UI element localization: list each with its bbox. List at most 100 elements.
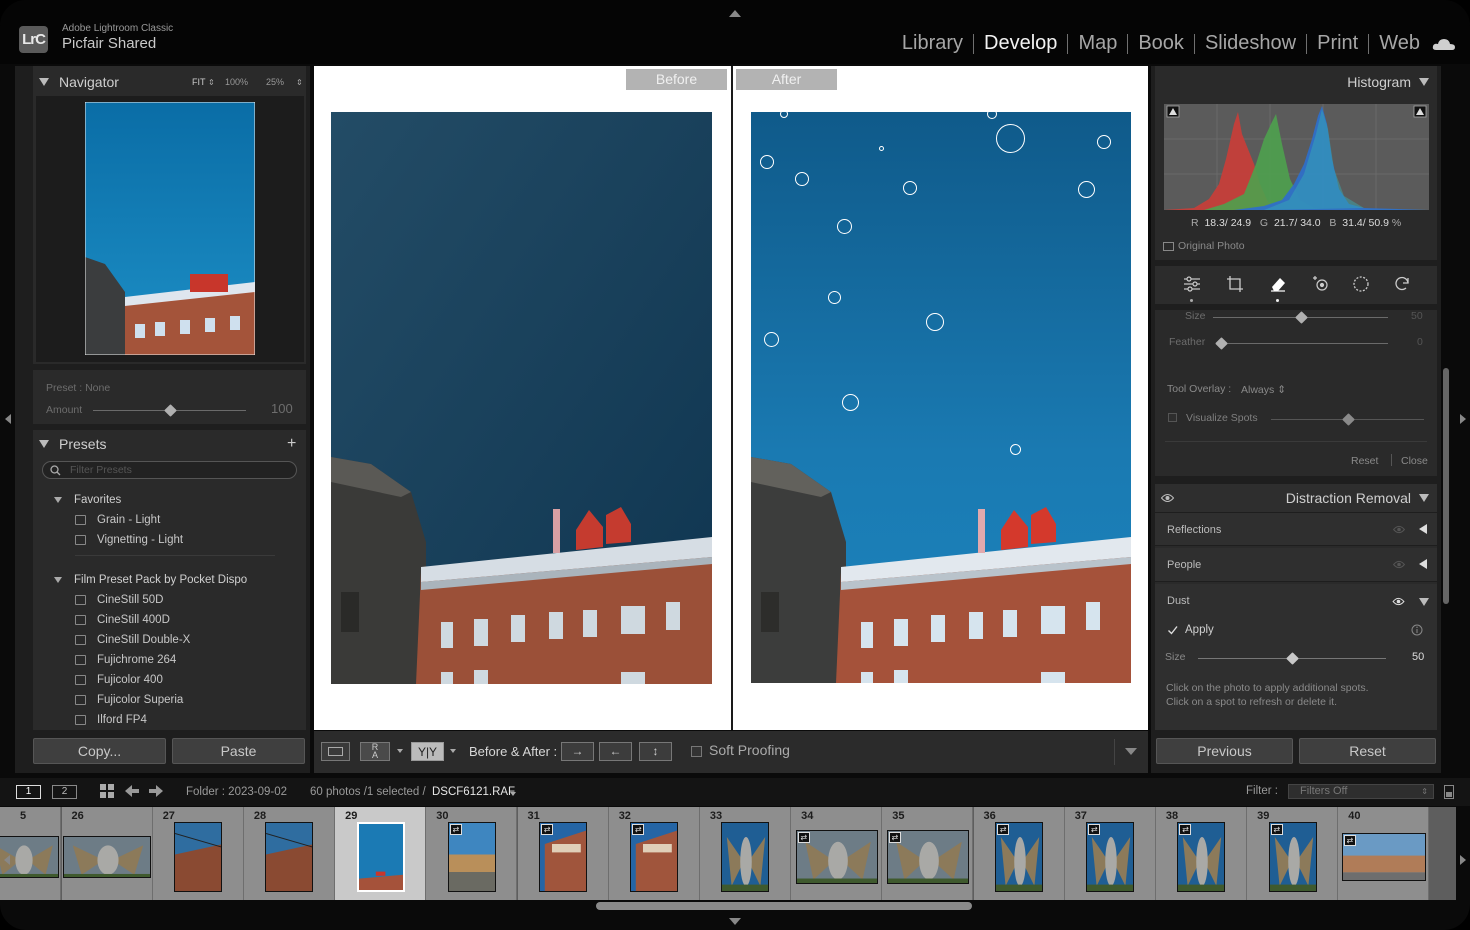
yy-dropdown-icon[interactable] bbox=[450, 749, 456, 753]
brush-size-knob[interactable] bbox=[1295, 311, 1308, 324]
heal-reset-button[interactable]: Reset bbox=[1351, 455, 1378, 467]
main-window-button[interactable]: 1 bbox=[16, 785, 41, 799]
collapse-dust-icon[interactable] bbox=[1419, 598, 1429, 606]
tool-overlay-select[interactable]: Always ⇕ bbox=[1241, 384, 1286, 396]
reflections-row[interactable]: Reflections bbox=[1155, 512, 1437, 546]
module-map[interactable]: Map bbox=[1068, 32, 1127, 55]
filmstrip-cell[interactable]: 34 ⇄ bbox=[791, 807, 883, 900]
filter-presets-input[interactable]: Filter Presets bbox=[42, 461, 297, 479]
expand-reflections-icon[interactable] bbox=[1419, 524, 1427, 534]
secondary-window-button[interactable]: 2 bbox=[52, 785, 77, 799]
filmstrip-cell[interactable]: 26 bbox=[61, 807, 153, 900]
preset-group-favorites[interactable]: Favorites bbox=[54, 494, 121, 506]
collapse-right-panel-arrow-icon[interactable] bbox=[1460, 414, 1466, 424]
preset-group-film-pack[interactable]: Film Preset Pack by Pocket Dispo bbox=[54, 574, 247, 586]
module-slideshow[interactable]: Slideshow bbox=[1195, 32, 1306, 55]
dust-spot-marker[interactable] bbox=[837, 219, 852, 234]
grid-view-icon[interactable] bbox=[100, 784, 115, 799]
crop-icon[interactable] bbox=[1226, 275, 1244, 293]
dust-spot-marker[interactable] bbox=[760, 155, 774, 169]
reset-settings-button[interactable]: Reset bbox=[1299, 738, 1436, 764]
people-row[interactable]: People bbox=[1155, 548, 1437, 582]
paste-settings-button[interactable]: Paste bbox=[172, 738, 305, 764]
distraction-removal-header[interactable]: Distraction Removal bbox=[1155, 484, 1437, 512]
filmstrip-cell[interactable]: 32 ⇄ bbox=[608, 807, 700, 900]
heal-close-button[interactable]: Close bbox=[1401, 455, 1428, 467]
collapse-filmstrip-arrow-icon[interactable] bbox=[729, 918, 741, 925]
original-photo-checkbox[interactable] bbox=[1163, 241, 1174, 251]
filmstrip-cell[interactable]: 36 ⇄ bbox=[973, 807, 1065, 900]
filmstrip-cell[interactable]: 30 ⇄ bbox=[426, 807, 518, 900]
sliders-icon[interactable] bbox=[1183, 275, 1201, 293]
toolbar-content-dropdown-icon[interactable] bbox=[1125, 748, 1137, 755]
filmstrip-thumbnail[interactable] bbox=[356, 821, 405, 892]
copy-settings-button[interactable]: Copy... bbox=[33, 738, 166, 764]
filename-dropdown-icon[interactable] bbox=[510, 792, 516, 796]
navigator-preview[interactable] bbox=[85, 102, 255, 355]
mode-dropdown-icon[interactable] bbox=[397, 749, 403, 753]
visualize-spots-knob[interactable] bbox=[1342, 413, 1355, 426]
module-library[interactable]: Library bbox=[892, 32, 973, 55]
folder-label[interactable]: Folder : 2023-09-02 bbox=[186, 786, 287, 798]
filmstrip-thumbnail[interactable] bbox=[63, 835, 152, 878]
filmstrip-cell[interactable]: 29 bbox=[335, 807, 427, 900]
dust-spot-marker[interactable] bbox=[996, 124, 1025, 153]
loupe-view-button[interactable] bbox=[321, 742, 350, 761]
module-web[interactable]: Web bbox=[1369, 32, 1430, 55]
dust-spot-marker[interactable] bbox=[764, 332, 779, 347]
copy-after-to-before-button[interactable]: ← bbox=[599, 742, 632, 761]
filmstrip-cell[interactable]: 38 ⇄ bbox=[1155, 807, 1248, 900]
preset-item[interactable]: CineStill 400D bbox=[75, 614, 170, 626]
filmstrip-cell[interactable]: 35 ⇄ bbox=[882, 807, 974, 900]
feather-knob[interactable] bbox=[1215, 337, 1228, 350]
preset-item[interactable]: Fujicolor Superia bbox=[75, 694, 183, 706]
forward-arrow-icon[interactable] bbox=[149, 785, 163, 797]
filmstrip-cell[interactable]: 27 bbox=[152, 807, 244, 900]
module-develop[interactable]: Develop bbox=[974, 32, 1067, 55]
dust-spot-marker[interactable] bbox=[879, 146, 884, 151]
previous-settings-button[interactable]: Previous bbox=[1156, 738, 1293, 764]
right-panel-scrollbar[interactable] bbox=[1443, 368, 1449, 604]
eraser-icon[interactable] bbox=[1269, 275, 1287, 293]
preset-item[interactable]: Ilford FP4 bbox=[75, 714, 147, 726]
after-photo[interactable] bbox=[751, 112, 1131, 683]
module-book[interactable]: Book bbox=[1128, 32, 1194, 55]
cloud-sync-icon[interactable] bbox=[1432, 38, 1456, 50]
masking-icon[interactable] bbox=[1352, 275, 1370, 293]
selected-filename[interactable]: DSCF6121.RAF bbox=[432, 786, 515, 798]
dust-spot-marker[interactable] bbox=[903, 181, 917, 195]
feather-slider[interactable] bbox=[1221, 343, 1388, 344]
zoom-fit-option[interactable]: FIT bbox=[192, 77, 206, 87]
presets-header[interactable]: Presets + bbox=[33, 430, 306, 458]
dust-spot-marker[interactable] bbox=[1010, 444, 1021, 455]
navigator-header[interactable]: Navigator FIT ⇕ 100% 25% ⇕ bbox=[33, 68, 306, 96]
collapse-left-panel-arrow-icon[interactable] bbox=[5, 414, 11, 424]
filmstrip-cell[interactable]: 40 ⇄ bbox=[1338, 807, 1430, 900]
filmstrip-cell[interactable]: 39 ⇄ bbox=[1247, 807, 1339, 900]
people-visibility-icon[interactable] bbox=[1393, 560, 1405, 569]
swap-before-after-button[interactable]: ↕ bbox=[639, 742, 672, 761]
collapse-top-panel-arrow-icon[interactable] bbox=[729, 10, 741, 17]
histogram-header[interactable]: Histogram bbox=[1155, 68, 1437, 96]
preset-item[interactable]: Grain - Light bbox=[75, 514, 160, 526]
add-preset-button[interactable]: + bbox=[287, 435, 296, 453]
filmstrip-cell[interactable]: 28 bbox=[243, 807, 336, 900]
filmstrip-cell[interactable]: 37 ⇄ bbox=[1064, 807, 1156, 900]
filmstrip-scroll-right-icon[interactable] bbox=[1460, 855, 1466, 865]
info-icon[interactable] bbox=[1411, 624, 1423, 636]
preset-item[interactable]: Vignetting - Light bbox=[75, 534, 183, 546]
preset-item[interactable]: CineStill 50D bbox=[75, 594, 163, 606]
dust-spot-marker[interactable] bbox=[828, 291, 841, 304]
filter-lock-icon[interactable] bbox=[1444, 785, 1454, 799]
dust-visibility-icon[interactable] bbox=[1392, 597, 1405, 606]
amount-slider-knob[interactable] bbox=[163, 404, 177, 417]
visualize-spots-checkbox[interactable] bbox=[1168, 413, 1177, 422]
dust-spot-marker[interactable] bbox=[795, 172, 809, 186]
original-photo-toggle[interactable]: Original Photo bbox=[1163, 240, 1245, 252]
apply-checkbox[interactable] bbox=[1167, 625, 1178, 636]
before-after-mode-button[interactable]: RA bbox=[360, 742, 390, 761]
eye-icon[interactable] bbox=[1161, 493, 1174, 503]
preset-item[interactable]: CineStill Double-X bbox=[75, 634, 190, 646]
filmstrip-cell[interactable]: 5 bbox=[0, 807, 61, 900]
preset-item[interactable]: Fujicolor 400 bbox=[75, 674, 163, 686]
